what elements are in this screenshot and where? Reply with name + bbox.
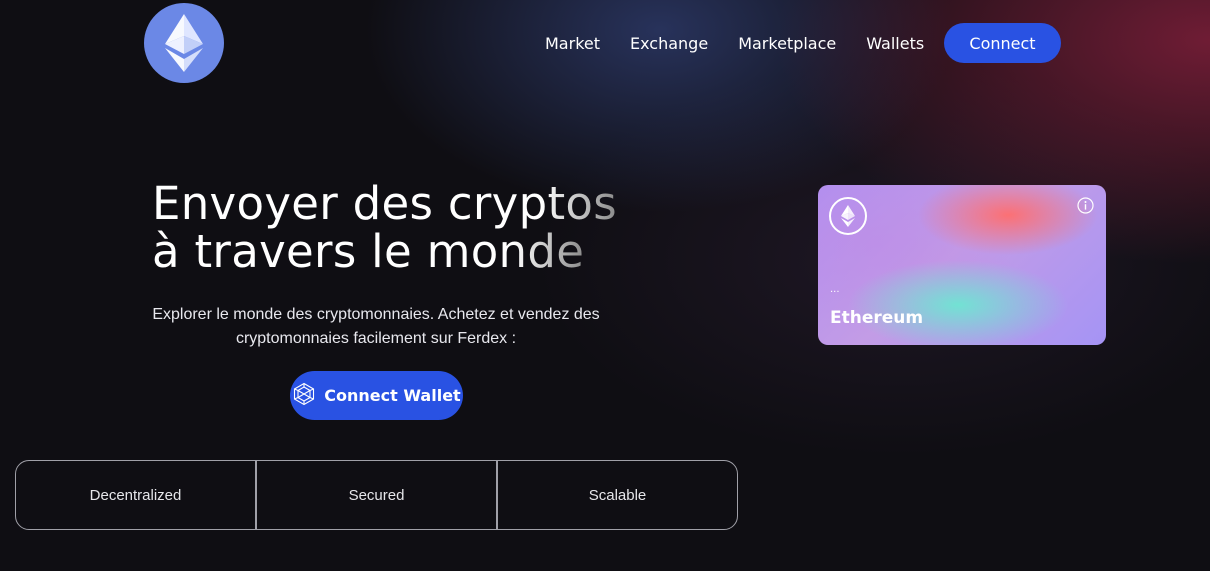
ethereum-logo-icon[interactable] [144, 3, 224, 83]
connect-button[interactable]: Connect [944, 23, 1061, 63]
hero-title-text: Envoyer des [152, 177, 448, 230]
hero-title-line-2: à travers le monde [152, 228, 672, 276]
hero-subtitle: Explorer le monde des cryptomonnaies. Ac… [152, 306, 600, 347]
hero-title-highlight: monde [426, 225, 585, 278]
connect-wallet-button[interactable]: Connect Wallet [290, 371, 463, 420]
card-address: ... [830, 284, 840, 295]
nav-link-wallets[interactable]: Wallets [866, 34, 924, 53]
ethereum-icon [829, 197, 867, 235]
hero-title-highlight: cryptos [447, 177, 618, 230]
hero-title-text: à travers le [152, 225, 427, 278]
feature-scalable: Scalable [496, 461, 737, 529]
features-grid: Decentralized Secured Scalable [15, 460, 738, 530]
feature-secured: Secured [255, 461, 496, 529]
hero-title-line-1: Envoyer des cryptos [152, 180, 672, 228]
wallet-hexagon-icon [292, 382, 316, 410]
landing-page: Market Exchange Marketplace Wallets Conn… [0, 0, 1210, 571]
feature-decentralized: Decentralized [89, 486, 182, 504]
main-nav: Market Exchange Marketplace Wallets [530, 23, 939, 63]
nav-link-market[interactable]: Market [545, 34, 600, 53]
nav-link-exchange[interactable]: Exchange [630, 34, 708, 53]
nav-link-marketplace[interactable]: Marketplace [738, 34, 836, 53]
hero-title: Envoyer des cryptos à travers le monde [152, 180, 672, 276]
card-network-name: Ethereum [830, 308, 924, 328]
connect-wallet-label: Connect Wallet [324, 386, 461, 405]
info-icon[interactable] [1077, 197, 1094, 214]
ethereum-card: ... Ethereum [818, 185, 1106, 345]
